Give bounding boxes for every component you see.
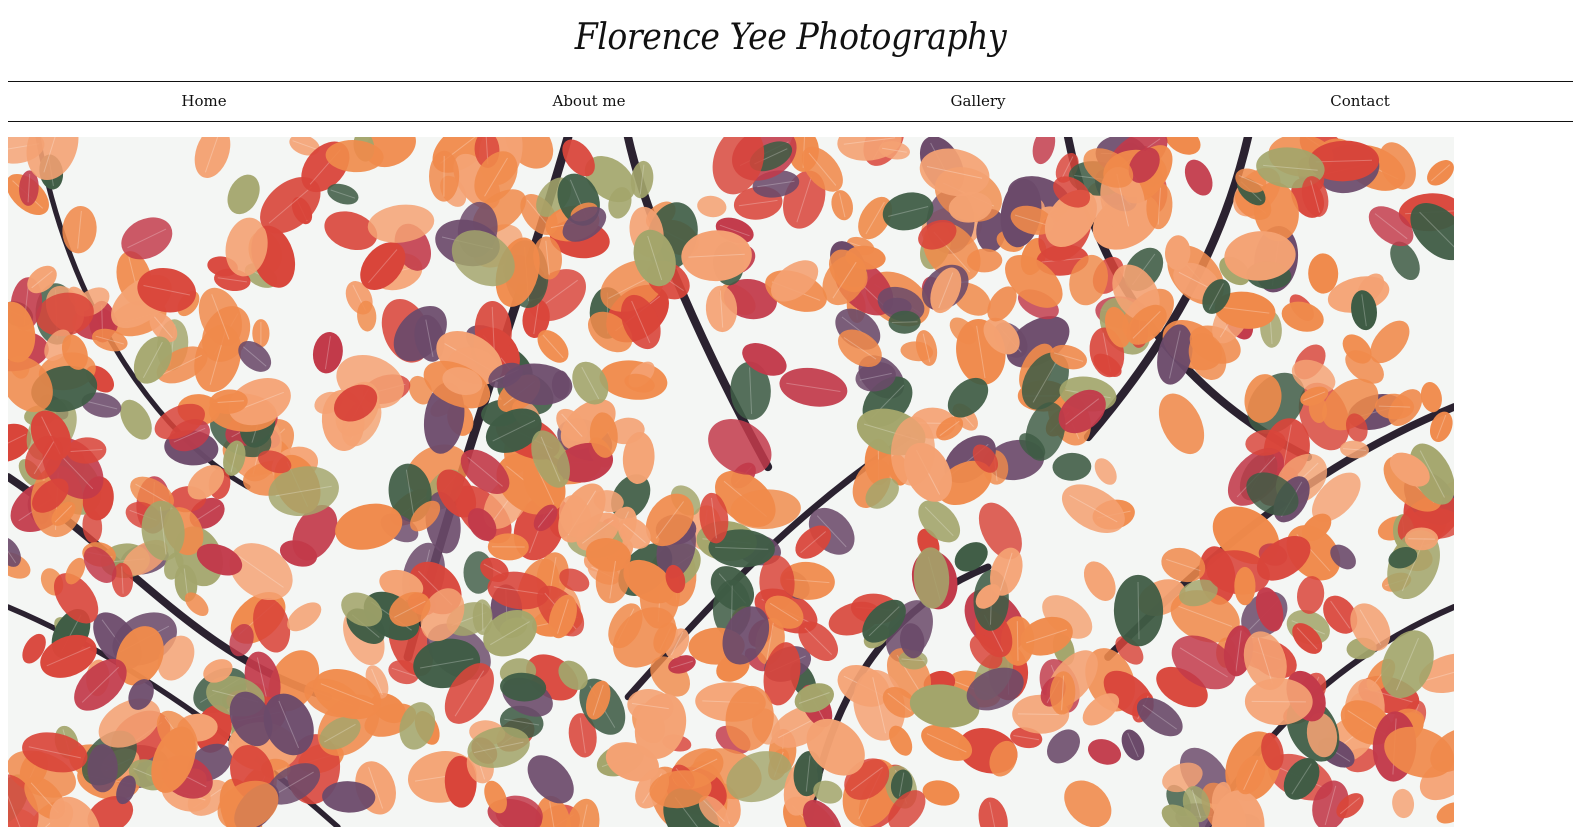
leaf-vein [1017, 713, 1064, 716]
nav-contact[interactable]: Contact [1330, 82, 1390, 121]
nav-home[interactable]: Home [181, 82, 226, 121]
leaf-vein [1016, 621, 1019, 661]
site-title[interactable]: Florence Yee Photography [63, 14, 1518, 62]
site-header: Florence Yee Photography [0, 0, 1581, 82]
leaf-vein [891, 321, 918, 323]
nav-about-me[interactable]: About me [552, 82, 625, 121]
nav-gallery[interactable]: Gallery [950, 82, 1005, 121]
hero-image [8, 137, 1454, 827]
leaf [87, 744, 118, 793]
leaf [1234, 566, 1256, 606]
leaf-vein [481, 602, 484, 632]
main-nav: Home About me Gallery Contact [8, 81, 1573, 122]
autumn-leaves-photo [8, 137, 1454, 827]
leaf-vein [1251, 700, 1306, 703]
